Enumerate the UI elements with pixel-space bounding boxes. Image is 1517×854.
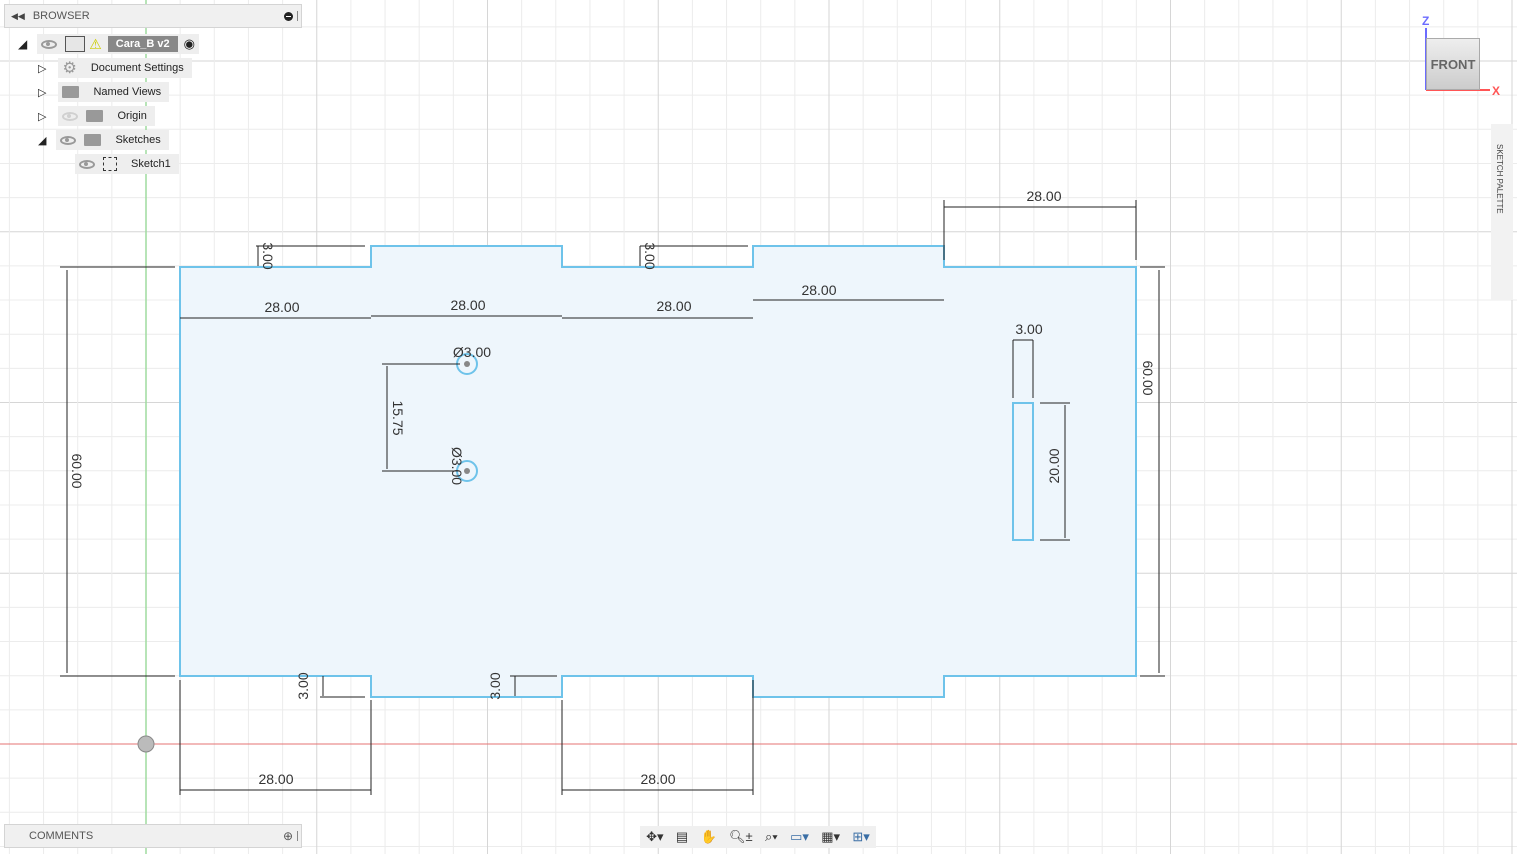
tree-item-label: Sketch1	[131, 158, 171, 170]
display-icon[interactable]: ▭▾	[790, 829, 809, 845]
collapsed-triangle-icon[interactable]: ▷	[38, 86, 46, 99]
dim-slot-height[interactable]: 20.00	[1046, 448, 1062, 483]
sketch-icon	[103, 157, 117, 171]
dim-hole-spacing[interactable]: 15.75	[390, 400, 406, 435]
dim-top-tab-depth-1[interactable]: 3.00	[260, 242, 276, 269]
dim-hole-bottom[interactable]: Ø3.00	[449, 447, 465, 485]
fit-icon[interactable]: ⌕▾	[765, 829, 778, 845]
collapsed-triangle-icon[interactable]: ▷	[38, 62, 46, 75]
eye-icon[interactable]	[60, 135, 77, 145]
comments-panel[interactable]: COMMENTS ⊕	[4, 824, 302, 848]
dim-bottom-tab-depth-1[interactable]: 3.00	[295, 672, 311, 699]
collapse-icon[interactable]: ◀◀	[11, 11, 25, 22]
tree-item-sketch1[interactable]: Sketch1	[75, 154, 179, 174]
sketch-palette-collapsed[interactable]: SKETCH PALETTE	[1491, 124, 1513, 300]
tree-item-document-settings[interactable]: ▷ ⚙ Document Settings	[38, 58, 192, 78]
resize-handle[interactable]	[297, 831, 298, 841]
tree-item-origin[interactable]: ▷ Origin	[38, 106, 155, 126]
dim-width-4[interactable]: 28.00	[801, 282, 836, 298]
dim-height-right[interactable]: 60.00	[1140, 360, 1156, 395]
grid-icon[interactable]: ▦▾	[821, 829, 840, 845]
expanded-triangle-icon[interactable]: ◢	[38, 134, 46, 147]
dim-bottom-tab-depth-2[interactable]: 3.00	[487, 672, 503, 699]
tree-item-label: Origin	[117, 110, 147, 122]
tree-item-label: Named Views	[93, 86, 162, 98]
expanded-triangle-icon[interactable]: ◢	[18, 37, 27, 51]
activate-radio-icon[interactable]: ◉	[184, 36, 195, 52]
eye-icon[interactable]	[41, 39, 58, 49]
dim-height-left[interactable]: 60.00	[69, 453, 85, 488]
resize-handle[interactable]	[297, 11, 298, 21]
comments-title: COMMENTS	[29, 830, 94, 842]
origin-point[interactable]	[137, 735, 155, 753]
eye-hidden-icon[interactable]	[62, 111, 79, 121]
dim-width-1[interactable]: 28.00	[264, 299, 299, 315]
look-at-icon[interactable]: ▤	[676, 829, 688, 845]
folder-icon	[62, 86, 80, 98]
orbit-icon[interactable]: ✥▾	[646, 829, 663, 845]
dim-top-tab-depth-2[interactable]: 3.00	[642, 242, 658, 269]
minimize-icon[interactable]	[284, 11, 293, 21]
viewports-icon[interactable]: ⊞▾	[852, 829, 869, 845]
warning-icon: ⚠	[89, 35, 102, 52]
dim-slot-width[interactable]: 3.00	[1015, 321, 1042, 337]
z-axis-label: Z	[1422, 14, 1429, 28]
collapsed-triangle-icon[interactable]: ▷	[38, 110, 46, 123]
browser-title: BROWSER	[32, 10, 90, 22]
dim-width-3[interactable]: 28.00	[656, 298, 691, 314]
gear-icon: ⚙	[62, 60, 77, 77]
tree-item-label: Document Settings	[90, 62, 184, 74]
sketch-palette-label: SKETCH PALETTE	[1495, 144, 1504, 214]
component-icon	[65, 36, 86, 52]
zoom-icon[interactable]: 🔍︎±	[729, 829, 753, 845]
eye-icon[interactable]	[79, 159, 95, 169]
add-comment-icon[interactable]: ⊕	[283, 829, 293, 843]
viewcube-front[interactable]: FRONT	[1426, 38, 1480, 90]
tree-root[interactable]: ◢ ⚠ Cara_B v2 ◉	[18, 34, 199, 54]
tree-item-sketches[interactable]: ◢ Sketches	[38, 130, 169, 150]
x-axis-label: X	[1492, 84, 1500, 98]
dim-hole-top[interactable]: Ø3.00	[453, 344, 491, 360]
viewcube-face-label: FRONT	[1430, 56, 1476, 72]
component-name[interactable]: Cara_B v2	[107, 36, 178, 52]
tree-item-named-views[interactable]: ▷ Named Views	[38, 82, 170, 102]
folder-icon	[84, 134, 102, 146]
sketch-canvas[interactable]: 28.00 28.00 28.00 28.00 28.00 Ø3.00 3.00…	[0, 0, 1517, 854]
navigation-toolbar: ✥▾ ▤ ✋ 🔍︎± ⌕▾ ▭▾ ▦▾ ⊞▾	[640, 826, 876, 848]
dim-bottom-width-2[interactable]: 28.00	[640, 771, 675, 787]
browser-panel-header[interactable]: ◀◀ BROWSER	[4, 4, 302, 28]
folder-icon	[86, 110, 104, 122]
dim-width-5[interactable]: 28.00	[1026, 188, 1061, 204]
tree-item-label: Sketches	[115, 134, 161, 146]
dim-bottom-width-1[interactable]: 28.00	[258, 771, 293, 787]
pan-icon[interactable]: ✋	[701, 829, 717, 845]
dim-width-2[interactable]: 28.00	[450, 297, 485, 313]
